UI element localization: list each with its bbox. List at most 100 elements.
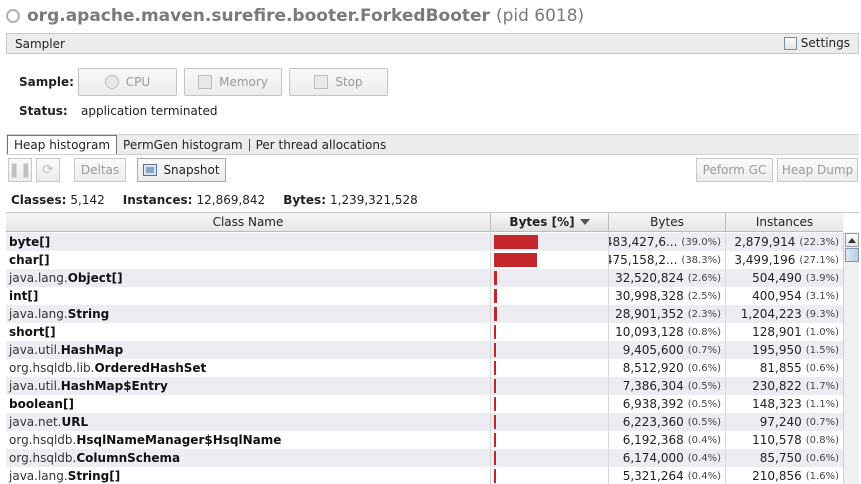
- bytes-value: 8,512,920: [622, 361, 684, 375]
- deltas-button[interactable]: Deltas: [74, 158, 126, 182]
- pause-icon[interactable]: ❚❚: [8, 158, 32, 182]
- instances-value: 12,869,842: [196, 193, 266, 207]
- class-simple-name: boolean[]: [9, 397, 74, 411]
- settings-checkbox[interactable]: [783, 36, 797, 50]
- class-simple-name: int[]: [9, 289, 39, 303]
- class-name-cell: java.lang. Object[]: [6, 269, 491, 287]
- bytes-value: 1,239,321,528: [330, 193, 418, 207]
- instances-cell: 85,750 (0.6%): [726, 449, 843, 467]
- instances-percent: (0.8%): [805, 434, 839, 446]
- bytes-percent-cell: [491, 431, 609, 449]
- class-package: java.util.: [9, 379, 61, 393]
- bytes-percent: (0.5%): [687, 416, 721, 428]
- vertical-scrollbar[interactable]: [843, 232, 859, 484]
- instances-value: 110,578: [752, 433, 802, 447]
- instances-percent: (0.6%): [805, 362, 839, 374]
- bytes-value: 10,093,128: [615, 325, 684, 339]
- snapshot-button-label: Snapshot: [163, 163, 220, 177]
- heap-dump-button[interactable]: Heap Dump: [777, 158, 858, 182]
- bytes-cell: 6,192,368 (0.4%): [609, 431, 726, 449]
- table-row[interactable]: java.lang. String[] 5,321,264 (0.4%) 210,856…: [6, 467, 843, 484]
- instances-value: 97,240: [759, 415, 802, 429]
- bytes-cell: 30,998,328 (2.5%): [609, 287, 726, 305]
- class-simple-name: OrderedHashSet: [94, 361, 207, 375]
- bytes-percent-bar: [494, 271, 497, 285]
- bytes-percent-bar: [494, 289, 497, 303]
- snapshot-button[interactable]: Snapshot: [137, 158, 226, 182]
- stop-button[interactable]: Stop: [289, 68, 388, 96]
- bytes-percent: (2.6%): [687, 272, 721, 284]
- bytes-value: 9,405,600: [622, 343, 684, 357]
- table-row[interactable]: boolean[] 6,938,392 (0.5%) 148,323 (1.1%): [6, 395, 843, 413]
- sampler-header: Sampler Settings: [6, 33, 859, 54]
- bytes-value: 32,520,824: [615, 271, 684, 285]
- instances-percent: (1.6%): [805, 470, 839, 482]
- refresh-icon[interactable]: ⟳: [36, 158, 60, 182]
- class-name-cell: char[]: [6, 251, 491, 269]
- bytes-cell: 10,093,128 (0.8%): [609, 323, 726, 341]
- instances-cell: 400,954 (3.1%): [726, 287, 843, 305]
- instances-cell: 97,240 (0.7%): [726, 413, 843, 431]
- table-row[interactable]: byte[] 483,427,6... (39.0%) 2,879,914 (22.3%…: [6, 233, 843, 251]
- table-row[interactable]: java.lang. Object[] 32,520,824 (2.6%) 504,49…: [6, 269, 843, 287]
- instances-cell: 195,950 (1.5%): [726, 341, 843, 359]
- column-instances[interactable]: Instances: [726, 213, 843, 231]
- histogram-toolbar: ❚❚ ⟳ Deltas Snapshot Peform GC Heap Dump: [6, 156, 859, 186]
- status-label: Status:: [19, 104, 68, 118]
- bytes-percent-bar: [494, 451, 496, 465]
- tab-permgen-histogram[interactable]: PermGen histogram: [117, 135, 249, 154]
- instances-cell: 81,855 (0.6%): [726, 359, 843, 377]
- memory-button[interactable]: Memory: [184, 68, 282, 96]
- bytes-percent-cell: [491, 305, 609, 323]
- class-name-cell: org.hsqldb.lib. OrderedHashSet: [6, 359, 491, 377]
- settings-toggle[interactable]: Settings: [783, 36, 850, 50]
- table-row[interactable]: org.hsqldb. HsqlNameManager$HsqlName 6,192…: [6, 431, 843, 449]
- bytes-percent: (0.4%): [687, 470, 721, 482]
- class-package: java.net.: [9, 415, 62, 429]
- tab-heap-histogram[interactable]: Heap histogram: [7, 135, 118, 154]
- class-package: java.lang.: [9, 469, 68, 483]
- instances-percent: (1.5%): [805, 344, 839, 356]
- process-pid: (pid 6018): [495, 6, 585, 26]
- perform-gc-button[interactable]: Peform GC: [696, 158, 773, 182]
- bytes-percent-cell: [491, 269, 609, 287]
- column-bytes[interactable]: Bytes: [609, 213, 726, 231]
- column-class-name[interactable]: Class Name: [6, 213, 491, 231]
- instances-value: 230,822: [752, 379, 802, 393]
- bytes-value: 483,427,6...: [609, 235, 678, 249]
- bytes-percent: (2.5%): [687, 290, 721, 302]
- bytes-percent-cell: [491, 413, 609, 431]
- instances-value: 400,954: [752, 289, 802, 303]
- table-row[interactable]: java.util. HashMap 9,405,600 (0.7%) 195,950(…: [6, 341, 843, 359]
- class-package: java.util.: [9, 343, 61, 357]
- bytes-percent: (2.3%): [687, 308, 721, 320]
- tab-per-thread-allocations[interactable]: Per thread allocations: [250, 135, 393, 154]
- instances-percent: (9.3%): [805, 308, 839, 320]
- instances-value: 3,499,196: [734, 253, 796, 267]
- class-simple-name: ColumnSchema: [76, 451, 181, 465]
- bytes-value: 475,158,2...: [609, 253, 678, 267]
- table-row[interactable]: java.lang. String 28,901,352 (2.3%) 1,204,22…: [6, 305, 843, 323]
- class-name-cell: boolean[]: [6, 395, 491, 413]
- instances-cell: 210,856 (1.6%): [726, 467, 843, 484]
- scroll-thumb[interactable]: [845, 248, 859, 262]
- table-row[interactable]: int[] 30,998,328 (2.5%) 400,954 (3.1%): [6, 287, 843, 305]
- bytes-value: 6,174,000: [622, 451, 684, 465]
- table-row[interactable]: java.net. URL 6,223,360 (0.5%) 97,240 (0.7%): [6, 413, 843, 431]
- sample-label: Sample:: [19, 75, 74, 89]
- class-simple-name: HsqlNameManager$HsqlName: [76, 433, 282, 447]
- scroll-up-icon[interactable]: [845, 233, 859, 247]
- bytes-value: 6,192,368: [622, 433, 684, 447]
- table-row[interactable]: org.hsqldb.lib. OrderedHashSet 8,512,920 (0…: [6, 359, 843, 377]
- bytes-percent-cell: [491, 251, 609, 269]
- instances-percent: (0.7%): [805, 416, 839, 428]
- instances-value: 504,490: [752, 271, 802, 285]
- table-row[interactable]: java.util. HashMap$Entry 7,386,304 (0.5%) 23…: [6, 377, 843, 395]
- class-package: org.hsqldb.: [9, 451, 77, 465]
- bytes-percent: (0.8%): [687, 326, 721, 338]
- column-bytes-percent[interactable]: Bytes [%]: [491, 213, 609, 231]
- table-row[interactable]: short[] 10,093,128 (0.8%) 128,901 (1.0%): [6, 323, 843, 341]
- cpu-button[interactable]: CPU: [78, 68, 177, 96]
- table-row[interactable]: org.hsqldb. ColumnSchema 6,174,000 (0.4%) 85…: [6, 449, 843, 467]
- table-row[interactable]: char[] 475,158,2... (38.3%) 3,499,196 (27.1%…: [6, 251, 843, 269]
